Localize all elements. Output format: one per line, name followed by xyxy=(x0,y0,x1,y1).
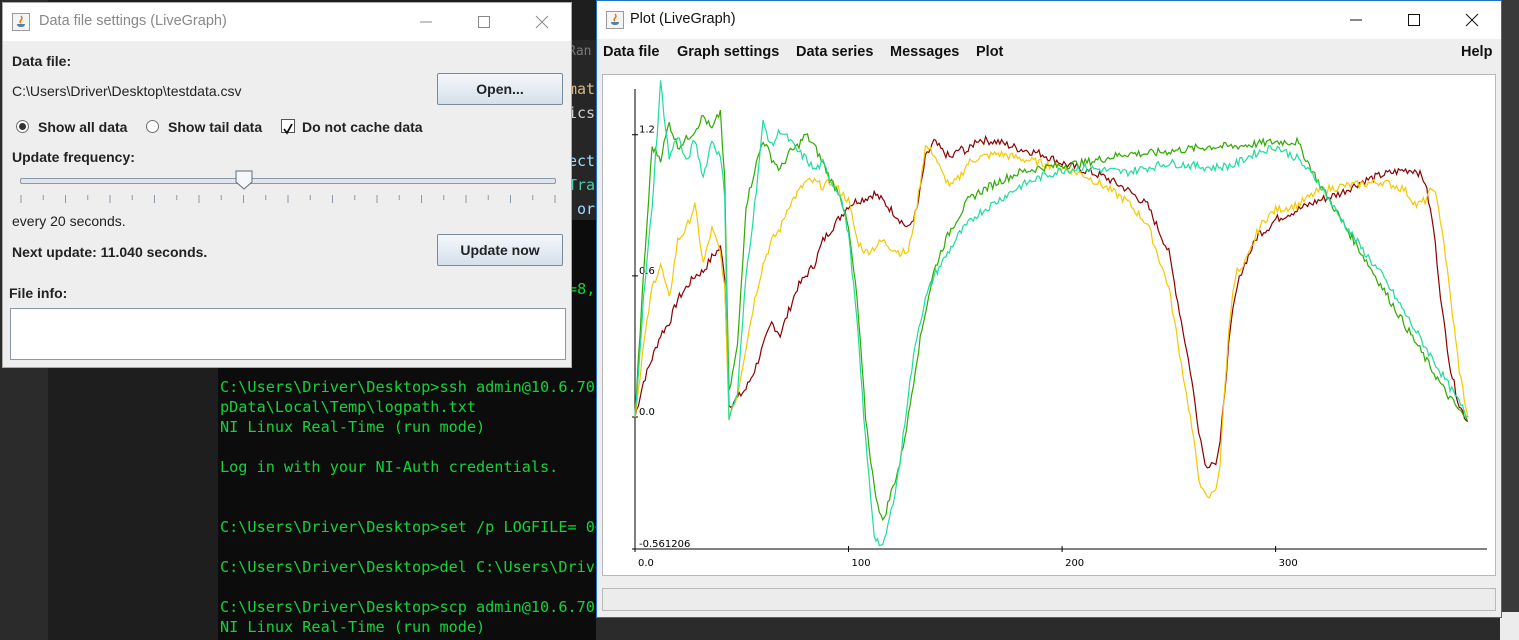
series-line-2 xyxy=(634,109,1469,522)
status-bar xyxy=(602,588,1496,611)
checkmark-icon xyxy=(283,123,293,135)
java-icon xyxy=(606,11,624,29)
menu-messages[interactable]: Messages xyxy=(890,44,959,60)
desktop-right-panel xyxy=(1500,0,1519,640)
plot-window-title: Plot (LiveGraph) xyxy=(630,11,736,27)
line-chart: 0.0 100 200 300-0.5612060.00.61.2 xyxy=(632,80,1487,569)
settings-window-title: Data file settings (LiveGraph) xyxy=(39,13,227,29)
terminal-line: NI Linux Real-Time (run mode) xyxy=(220,418,486,436)
terminal-line: pData\Local\Temp\logpath.txt xyxy=(220,398,477,416)
x-tick-label: 0.0 xyxy=(638,558,654,569)
minimize-button[interactable] xyxy=(1327,1,1385,39)
terminal-line: C:\Users\Driver\Desktop>set /p LOGFILE= … xyxy=(220,518,596,536)
menu-help[interactable]: Help xyxy=(1461,44,1492,60)
update-now-button[interactable]: Update now xyxy=(437,234,563,266)
plot-canvas[interactable]: 0.0 100 200 300 -0.561206 0.0 0.6 1.2 xyxy=(602,74,1496,576)
series-line-1 xyxy=(634,144,1469,499)
java-icon xyxy=(12,13,30,31)
maximize-button[interactable] xyxy=(455,3,513,41)
y-tick-label: -0.561206 xyxy=(639,539,690,550)
menu-data-file[interactable]: Data file xyxy=(603,44,659,60)
series-line-3 xyxy=(634,80,1468,547)
next-update-text: Next update: 11.040 seconds. xyxy=(12,244,208,260)
no-cache-label[interactable]: Do not cache data xyxy=(302,119,423,135)
file-info-label: File info: xyxy=(9,285,68,301)
show-tail-radio[interactable] xyxy=(146,120,159,133)
maximize-icon xyxy=(478,16,490,28)
editor-fragment: mat xyxy=(568,80,596,98)
editor-fragment: ics xyxy=(568,104,596,122)
show-tail-label[interactable]: Show tail data xyxy=(168,119,262,135)
minimize-icon xyxy=(420,21,432,23)
plot-titlebar[interactable]: Plot (LiveGraph) xyxy=(597,1,1501,39)
open-button[interactable]: Open... xyxy=(437,73,563,105)
frequency-text: every 20 seconds. xyxy=(12,213,126,229)
editor-fragment: ect xyxy=(568,152,596,170)
minimize-icon xyxy=(1350,19,1362,21)
x-tick-label: 200 xyxy=(1065,558,1084,569)
menu-data-series[interactable]: Data series xyxy=(796,44,873,60)
maximize-icon xyxy=(1408,14,1420,26)
terminal-line: C:\Users\Driver\Desktop>ssh admin@10.6.7… xyxy=(220,378,596,396)
plot-window[interactable]: Plot (LiveGraph) Data file Graph setting… xyxy=(596,0,1502,618)
data-file-label: Data file: xyxy=(12,53,72,69)
y-tick-label: 0.0 xyxy=(639,407,655,418)
y-tick-label: 1.2 xyxy=(639,125,655,136)
file-info-box[interactable] xyxy=(10,308,566,360)
minimize-button[interactable] xyxy=(397,3,455,41)
slider-ticks xyxy=(20,195,556,203)
terminal-line: =8, xyxy=(568,280,596,298)
settings-titlebar[interactable]: Data file settings (LiveGraph) xyxy=(3,3,571,41)
menu-plot[interactable]: Plot xyxy=(976,44,1003,60)
menu-graph-settings[interactable]: Graph settings xyxy=(677,44,779,60)
desktop-right-bar xyxy=(1500,612,1519,640)
editor-fragment: Tra xyxy=(568,176,596,194)
no-cache-checkbox[interactable] xyxy=(281,119,295,135)
terminal-line: Log in with your NI-Auth credentials. xyxy=(220,458,559,476)
editor-fragment: or xyxy=(568,200,596,218)
show-all-radio[interactable] xyxy=(16,120,29,133)
update-frequency-label: Update frequency: xyxy=(12,149,135,165)
show-all-label[interactable]: Show all data xyxy=(38,119,127,135)
data-file-path: C:\Users\Driver\Desktop\testdata.csv xyxy=(12,83,242,99)
close-button[interactable] xyxy=(513,3,571,41)
terminal-line: NI Linux Real-Time (run mode) xyxy=(220,618,486,636)
close-icon xyxy=(1465,13,1479,27)
series-line-0 xyxy=(634,134,1469,469)
close-button[interactable] xyxy=(1443,1,1501,39)
terminal-line: C:\Users\Driver\Desktop>scp admin@10.6.7… xyxy=(220,598,596,616)
x-tick-label: 300 xyxy=(1279,558,1298,569)
x-tick-label: 100 xyxy=(852,558,871,569)
update-frequency-slider[interactable] xyxy=(20,178,556,184)
slider-thumb[interactable] xyxy=(235,170,253,190)
terminal-line: C:\Users\Driver\Desktop>del C:\Users\Dri… xyxy=(220,558,596,576)
plot-menubar: Data file Graph settings Data series Mes… xyxy=(597,39,1501,67)
data-file-settings-window[interactable]: Data file settings (LiveGraph) Data file… xyxy=(2,2,572,368)
close-icon xyxy=(535,15,549,29)
maximize-button[interactable] xyxy=(1385,1,1443,39)
